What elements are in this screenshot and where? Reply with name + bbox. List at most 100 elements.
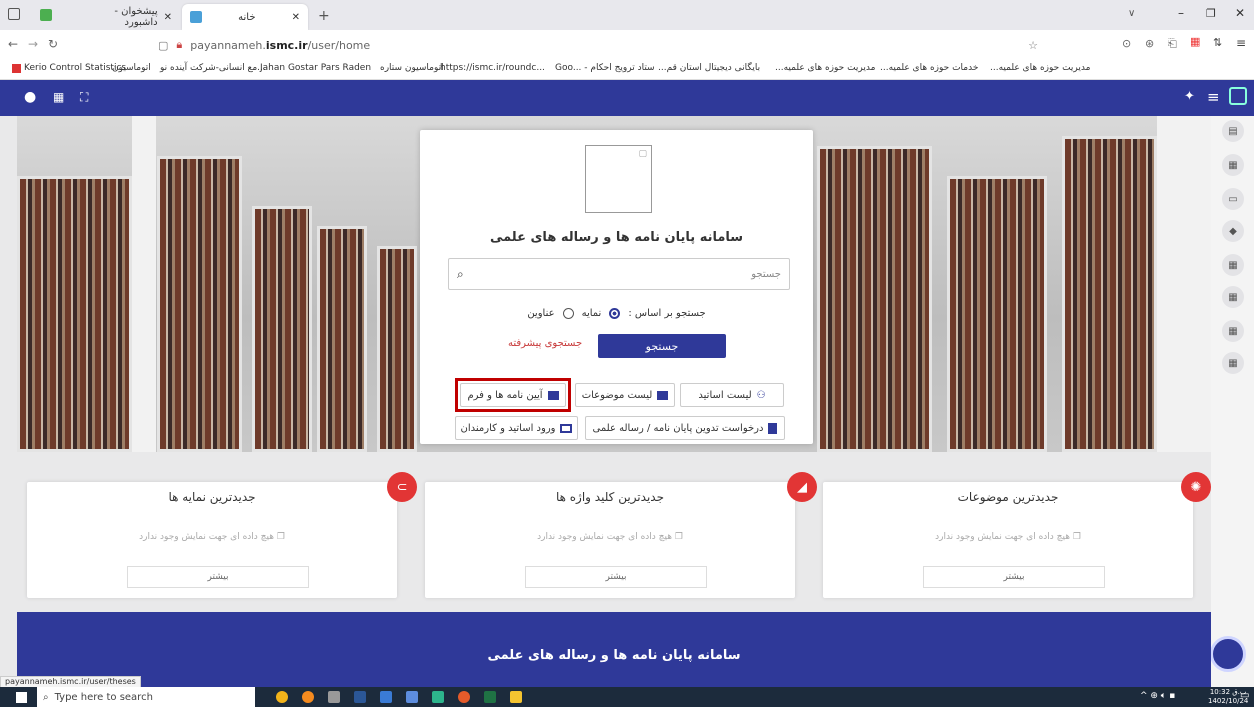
word-icon[interactable] <box>354 691 366 703</box>
bookmark-item[interactable]: Jahan Gostar Pars Raden <box>260 63 371 73</box>
tab-close-icon[interactable]: ✕ <box>292 12 300 23</box>
close-window-icon[interactable]: ✕ <box>1235 6 1245 20</box>
file-explorer-icon[interactable] <box>510 691 522 703</box>
tab-home[interactable]: ✕ خانه <box>182 4 308 30</box>
footer-title: سامانه پایان نامه ها و رساله های علمی <box>487 648 741 663</box>
sidebar-graduation-icon[interactable]: ◆ <box>1222 220 1244 242</box>
broken-image-icon: ▢ <box>638 149 647 159</box>
restore-icon[interactable]: ❐ <box>1206 7 1216 20</box>
monitor-icon <box>560 423 573 433</box>
back-icon[interactable]: ← <box>8 37 18 51</box>
radio-index[interactable] <box>609 308 621 319</box>
tray-icons[interactable]: ^ ⊕ 🔈︎ ▪ <box>1140 691 1175 701</box>
sitemap-icon <box>657 390 669 400</box>
shield-icon: ▢ <box>158 38 169 52</box>
logo-image: ▢ <box>585 145 652 213</box>
notification-icon[interactable]: ▭ <box>1240 690 1249 701</box>
browser-tab-bar: ✕ پیشخوان - داشبورد ✕ خانه + ∨ – ❐ ✕ <box>0 0 1254 30</box>
app-icon[interactable] <box>328 691 340 703</box>
fullscreen-icon[interactable]: ⛶ <box>80 90 88 105</box>
paperclip-icon: ⊂ <box>387 472 417 502</box>
bookmark-item[interactable]: اتوماسیون <box>112 63 151 73</box>
radio-titles[interactable] <box>562 308 574 319</box>
hamburger-menu-icon[interactable]: ≡ <box>1207 88 1220 106</box>
reload-icon[interactable]: ↻ <box>48 37 58 51</box>
bookmark-item[interactable]: اتوماسیون ستاره <box>380 63 444 73</box>
sidebar-grid-icon[interactable]: ▦ <box>1222 154 1244 176</box>
tab-dashboard[interactable]: ✕ پیشخوان - داشبورد <box>90 4 180 30</box>
more-button[interactable]: بیشتر <box>923 566 1105 588</box>
tab-close-icon[interactable]: ✕ <box>164 12 172 23</box>
bookmark-item[interactable]: ...مدیریت حوزه های علمیه <box>775 63 875 73</box>
bookmark-item[interactable]: ...مدیریت حوزه های علمیه <box>990 63 1090 73</box>
excel-icon[interactable] <box>484 691 496 703</box>
firefox-icon[interactable] <box>458 691 470 703</box>
new-extension-icon[interactable]: ▦ <box>1190 35 1200 48</box>
taskbar-search-input[interactable]: ⌕ Type here to search <box>37 687 255 707</box>
search-input[interactable]: جستجو ⌕ <box>448 258 790 290</box>
menu-icon[interactable]: ≡ <box>1236 36 1246 50</box>
sidebar-book-icon[interactable]: ▤ <box>1222 120 1244 142</box>
tab-label: پیشخوان - داشبورد <box>114 6 158 28</box>
copy-icon: ❐ <box>1072 532 1081 542</box>
file-add-icon <box>768 422 778 434</box>
staff-login-button[interactable]: ورود اساتید و کارمندان <box>455 416 578 440</box>
users-icon: ⚇ <box>756 389 766 401</box>
bookmark-item[interactable]: Kerio Control Statistics <box>12 63 126 73</box>
sync-icon[interactable]: ⇅ <box>1213 36 1222 49</box>
search-icon[interactable]: ⌕ <box>457 267 464 282</box>
lock-icon: 🔒︎ <box>176 38 183 51</box>
sidebar-message-icon[interactable]: ▭ <box>1222 188 1244 210</box>
bookmark-star-icon[interactable]: ☆ <box>1028 39 1038 52</box>
pin-icon[interactable]: ✦ <box>1184 89 1195 104</box>
request-thesis-button[interactable]: درخواست تدوین پایان نامه / رساله علمی <box>585 416 785 440</box>
browser-icon[interactable] <box>302 691 314 703</box>
tab-menu-icon[interactable]: ∨ <box>1128 8 1135 19</box>
topics-list-button[interactable]: لیست موضوعات <box>575 383 675 407</box>
bookmark-item[interactable]: مع انسانی-شرکت آینده نو... <box>160 63 266 73</box>
empty-message: ❐ هیچ داده ای جهت نمایش وجود ندارد <box>935 532 1081 542</box>
card-heading: جدیدترین کلید واژه ها <box>555 490 665 504</box>
account-icon[interactable]: ⊛ <box>1145 37 1154 50</box>
app-icon[interactable] <box>432 691 444 703</box>
bookmark-item[interactable]: https://ismc.ir/roundc... <box>440 63 545 73</box>
tab-list-icon[interactable] <box>8 8 20 20</box>
app-icon[interactable] <box>380 691 392 703</box>
minimize-icon[interactable]: – <box>1178 6 1184 20</box>
keyword-icon: ◢ <box>787 472 817 502</box>
forward-icon[interactable]: → <box>28 37 38 51</box>
advanced-search-link[interactable]: جستجوی پیشرفته <box>508 338 582 349</box>
windows-taskbar: ⌕ Type here to search ^ ⊕ 🔈︎ ▪ 10:32 ب.ق… <box>0 687 1254 707</box>
sidebar-grid-icon[interactable]: ▦ <box>1222 286 1244 308</box>
sparkle-icon: ✺ <box>1181 472 1211 502</box>
sidebar-grid-icon[interactable]: ▦ <box>1222 320 1244 342</box>
card-heading: جدیدترین نمایه ها <box>168 490 256 504</box>
bookmark-item[interactable]: ...خدمات حوزه های علمیه <box>880 63 978 73</box>
windows-start-icon[interactable] <box>16 692 27 703</box>
bookmark-item[interactable]: ...بایگانی دیجیتال استان قم <box>658 63 760 73</box>
more-button[interactable]: بیشتر <box>127 566 309 588</box>
url-text[interactable]: payannameh.ismc.ir/user/home <box>190 39 370 52</box>
teachers-list-button[interactable]: ⚇ لیست اساتید <box>680 383 784 407</box>
card-title: سامانه پایان نامه ها و رساله های علمی <box>489 230 744 245</box>
sidebar-grid-icon[interactable]: ▦ <box>1222 352 1244 374</box>
chrome-icon[interactable] <box>276 691 288 703</box>
user-icon[interactable]: ● <box>24 89 36 105</box>
new-tab-icon[interactable]: + <box>318 8 330 24</box>
bookmark-item[interactable]: Goo... - ستاد ترویج احکام <box>555 63 655 73</box>
pocket-icon[interactable]: ⊙ <box>1122 37 1131 50</box>
search-button[interactable]: جستجو <box>598 334 726 358</box>
extensions-icon[interactable]: ⎗ <box>1168 37 1177 51</box>
copy-icon: ❐ <box>674 532 683 542</box>
address-bar[interactable]: ▢ 🔒︎ payannameh.ismc.ir/user/home ☆ <box>158 34 1048 56</box>
topics-list-label: لیست موضوعات <box>581 389 653 401</box>
logo-icon <box>1229 87 1247 105</box>
right-sidebar: ▤ ▦ ▭ ◆ ▦ ▦ ▦ ▦ <box>1210 116 1254 700</box>
support-icon[interactable] <box>1210 636 1246 672</box>
sidebar-grid-icon[interactable]: ▦ <box>1222 254 1244 276</box>
app-icon[interactable] <box>406 691 418 703</box>
apps-grid-icon[interactable]: ▦ <box>53 90 64 104</box>
radio-index-label: نمایه <box>581 308 602 319</box>
more-button[interactable]: بیشتر <box>525 566 707 588</box>
radio-titles-label: عناوین <box>527 308 555 319</box>
